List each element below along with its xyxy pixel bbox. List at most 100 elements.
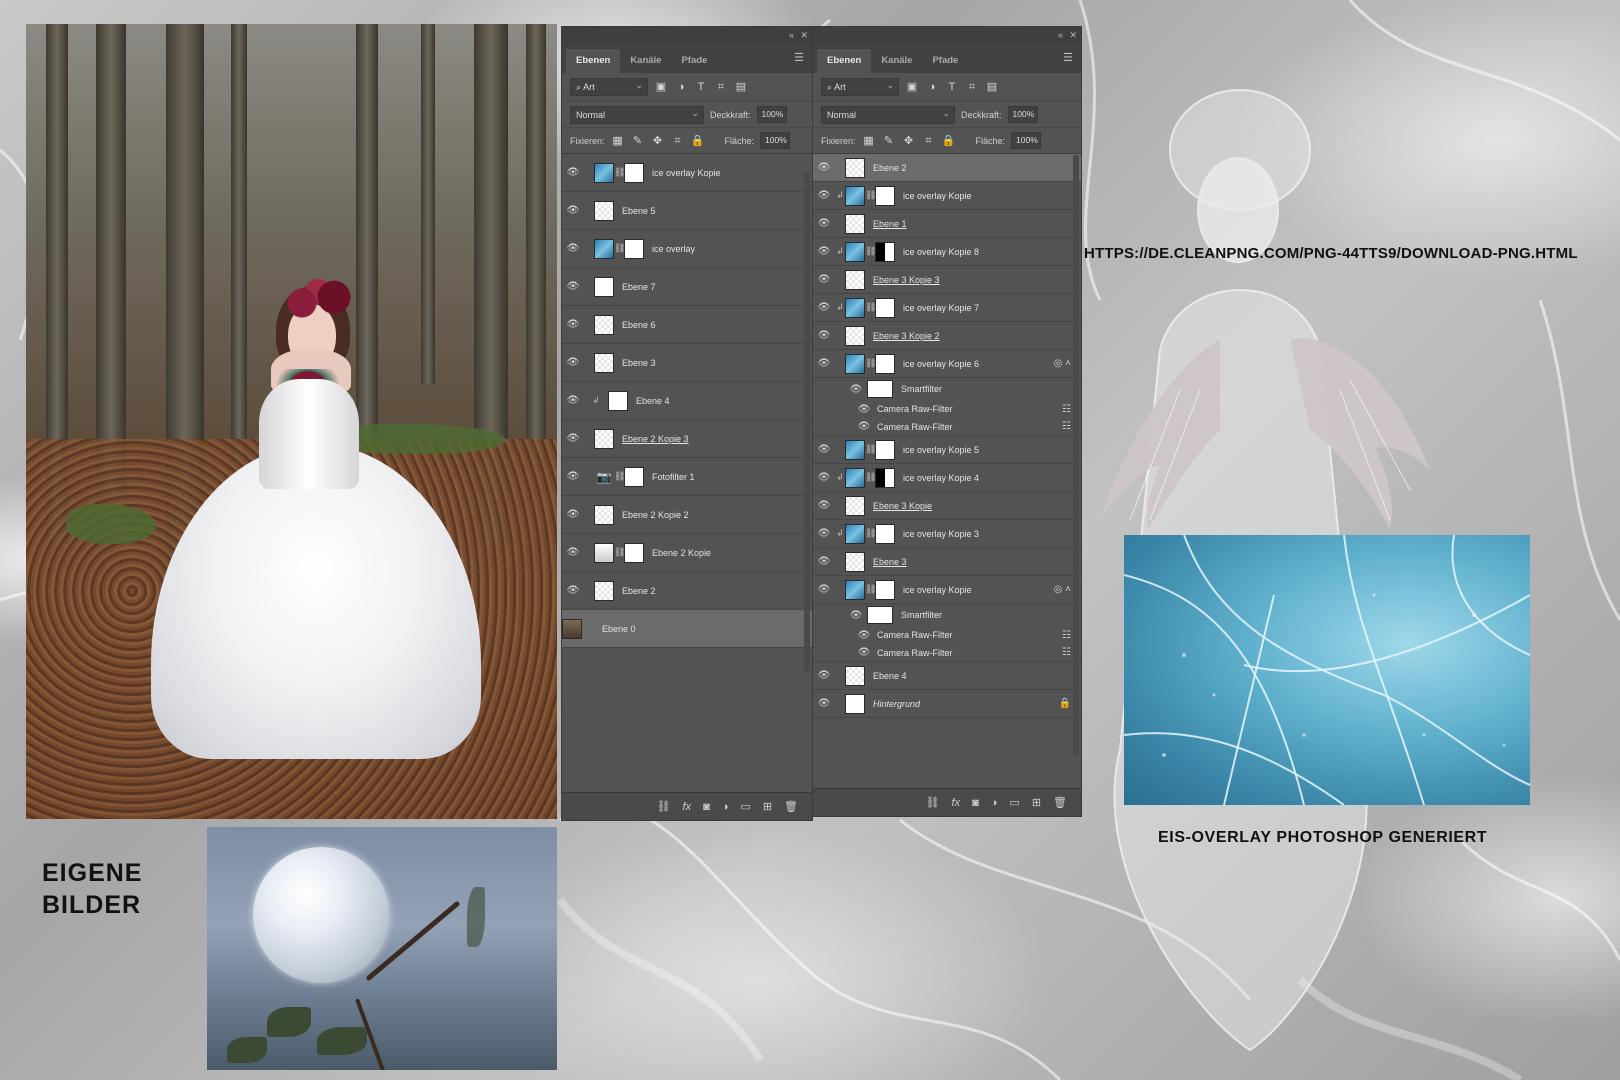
link-layers-icon[interactable]: ⛓: [657, 800, 671, 813]
lock-icon[interactable]: 🔒: [942, 134, 956, 148]
trash-icon[interactable]: 🗑: [1053, 796, 1067, 809]
eye-icon[interactable]: 👁: [562, 319, 584, 330]
blend-mode-select[interactable]: Normal: [570, 105, 704, 124]
lock-icon[interactable]: 🔒: [691, 134, 705, 148]
layer-row[interactable]: 👁 ↲ ⛓ ice overlay Kopie 7: [813, 294, 1081, 322]
eye-icon[interactable]: 👁: [813, 218, 835, 229]
type-filter-icon[interactable]: T: [945, 80, 959, 94]
filter-options-icon[interactable]: ☷: [1062, 647, 1071, 658]
eye-icon[interactable]: 👁: [813, 472, 835, 483]
lock-transparency-icon[interactable]: ▦: [862, 134, 876, 148]
eye-icon[interactable]: 👁: [562, 357, 584, 368]
layer-row[interactable]: 👁 ⛓ ice overlay Kopie 6 ◎ ˄: [813, 350, 1081, 378]
type-filter-icon[interactable]: T: [694, 80, 708, 94]
image-filter-icon[interactable]: ▣: [905, 80, 919, 94]
menu-icon[interactable]: ☰: [1063, 51, 1073, 64]
eye-icon[interactable]: 👁: [562, 547, 584, 558]
new-layer-icon[interactable]: ⊞: [763, 800, 772, 813]
layer-row[interactable]: 👁 Ebene 3 Kopie 3: [813, 266, 1081, 294]
menu-icon[interactable]: ☰: [794, 51, 804, 64]
eye-icon[interactable]: 👁: [813, 190, 835, 201]
lock-position-icon[interactable]: ✥: [902, 134, 916, 148]
filter-select[interactable]: ⌕ Art: [570, 77, 648, 96]
tab-kanaele[interactable]: Kanäle: [620, 49, 671, 73]
layer-row[interactable]: 👁 ↲ ⛓ ice overlay Kopie 4: [813, 464, 1081, 492]
new-layer-icon[interactable]: ⊞: [1032, 796, 1041, 809]
layer-row-selected[interactable]: 👁 Ebene 2: [813, 154, 1081, 182]
filter-row[interactable]: 👁 Camera Raw-Filter ☷: [813, 400, 1081, 418]
layer-row[interactable]: 👁 Ebene 6: [562, 306, 812, 344]
tab-pfade[interactable]: Pfade: [671, 49, 717, 73]
adjustment-filter-icon[interactable]: ◑: [674, 80, 688, 94]
lock-paint-icon[interactable]: ✎: [882, 134, 896, 148]
collapse-icon[interactable]: «: [789, 30, 794, 40]
layer-row[interactable]: 👁 Ebene 1: [813, 210, 1081, 238]
eye-icon[interactable]: 👁: [853, 647, 875, 658]
tab-pfade[interactable]: Pfade: [922, 49, 968, 73]
eye-icon[interactable]: 👁: [813, 444, 835, 455]
layer-row[interactable]: 👁 Ebene 5: [562, 192, 812, 230]
smartobject-filter-icon[interactable]: ▤: [734, 80, 748, 94]
eye-icon[interactable]: 👁: [845, 384, 867, 395]
filter-options-icon[interactable]: ☷: [1062, 404, 1071, 415]
layer-row[interactable]: 👁 Ebene 3: [562, 344, 812, 382]
eye-icon[interactable]: 👁: [813, 246, 835, 257]
layer-row[interactable]: 👁 Ebene 3: [813, 548, 1081, 576]
filter-options-icon[interactable]: ☷: [1062, 421, 1071, 432]
layer-row[interactable]: 👁 Ebene 3 Kopie 2: [813, 322, 1081, 350]
scrollbar[interactable]: [804, 173, 810, 671]
lock-artboard-icon[interactable]: ⌗: [671, 134, 685, 148]
layer-row[interactable]: 👁 Ebene 2 Kopie 2: [562, 496, 812, 534]
mask-icon[interactable]: ◙: [703, 801, 710, 813]
shape-filter-icon[interactable]: ⌗: [965, 80, 979, 94]
layer-row[interactable]: 👁 ⛓ ice overlay Kopie ◎ ˄: [813, 576, 1081, 604]
layer-row[interactable]: 👁 ↲ ⛓ ice overlay Kopie 3: [813, 520, 1081, 548]
fx-icon[interactable]: fx: [683, 801, 692, 813]
eye-icon[interactable]: 👁: [813, 302, 835, 313]
lock-transparency-icon[interactable]: ▦: [611, 134, 625, 148]
eye-icon[interactable]: 👁: [853, 404, 875, 415]
fx-icon[interactable]: fx: [952, 797, 961, 809]
tab-ebenen[interactable]: Ebenen: [566, 49, 621, 73]
layer-row[interactable]: 👁 ↲ Ebene 4: [562, 382, 812, 420]
eye-icon[interactable]: 👁: [813, 528, 835, 539]
opacity-field[interactable]: 100%: [1007, 106, 1038, 123]
adjustment-icon[interactable]: ◑: [991, 797, 998, 809]
eye-icon[interactable]: 👁: [562, 585, 584, 596]
eye-icon[interactable]: 👁: [562, 167, 584, 178]
close-icon[interactable]: ✕: [1069, 30, 1077, 41]
filter-options-icon[interactable]: ☷: [1062, 630, 1071, 641]
eye-icon[interactable]: 👁: [562, 509, 584, 520]
layer-row-selected[interactable]: 👁 Ebene 0: [562, 610, 812, 648]
layer-row[interactable]: 👁 Ebene 4: [813, 662, 1081, 690]
eye-icon[interactable]: 👁: [562, 243, 584, 254]
eye-icon[interactable]: 👁: [813, 556, 835, 567]
folder-icon[interactable]: ▭: [1009, 796, 1019, 809]
scrollbar[interactable]: [1073, 155, 1079, 755]
eye-icon[interactable]: 👁: [562, 281, 584, 292]
eye-icon[interactable]: 👁: [813, 274, 835, 285]
shape-filter-icon[interactable]: ⌗: [714, 80, 728, 94]
eye-icon[interactable]: 👁: [853, 630, 875, 641]
eye-icon[interactable]: 👁: [813, 500, 835, 511]
eye-icon[interactable]: 👁: [562, 395, 584, 406]
layer-row[interactable]: 👁 Ebene 3 Kopie: [813, 492, 1081, 520]
eye-icon[interactable]: 👁: [813, 698, 835, 709]
layer-row[interactable]: 👁 Ebene 2: [562, 572, 812, 610]
folder-icon[interactable]: ▭: [740, 800, 750, 813]
filter-row[interactable]: 👁 Camera Raw-Filter ☷: [813, 418, 1081, 436]
opacity-field[interactable]: 100%: [756, 106, 787, 123]
adjustment-icon[interactable]: ◑: [722, 801, 729, 813]
eye-icon[interactable]: 👁: [813, 330, 835, 341]
layer-row[interactable]: 👁 ⛓ ice overlay Kopie: [562, 154, 812, 192]
tab-ebenen[interactable]: Ebenen: [817, 49, 872, 73]
eye-icon[interactable]: 👁: [813, 584, 835, 595]
eye-icon[interactable]: 👁: [845, 610, 867, 621]
blend-mode-select[interactable]: Normal: [821, 105, 955, 124]
smartfilter-row[interactable]: 👁 Smartfilter: [813, 378, 1081, 400]
layer-row[interactable]: 👁 ↲ ⛓ ice overlay Kopie 8: [813, 238, 1081, 266]
lock-artboard-icon[interactable]: ⌗: [922, 134, 936, 148]
mask-icon[interactable]: ◙: [972, 797, 979, 809]
layer-row[interactable]: 👁 ⛓ ice overlay Kopie 5: [813, 436, 1081, 464]
filter-row[interactable]: 👁 Camera Raw-Filter ☷: [813, 644, 1081, 662]
